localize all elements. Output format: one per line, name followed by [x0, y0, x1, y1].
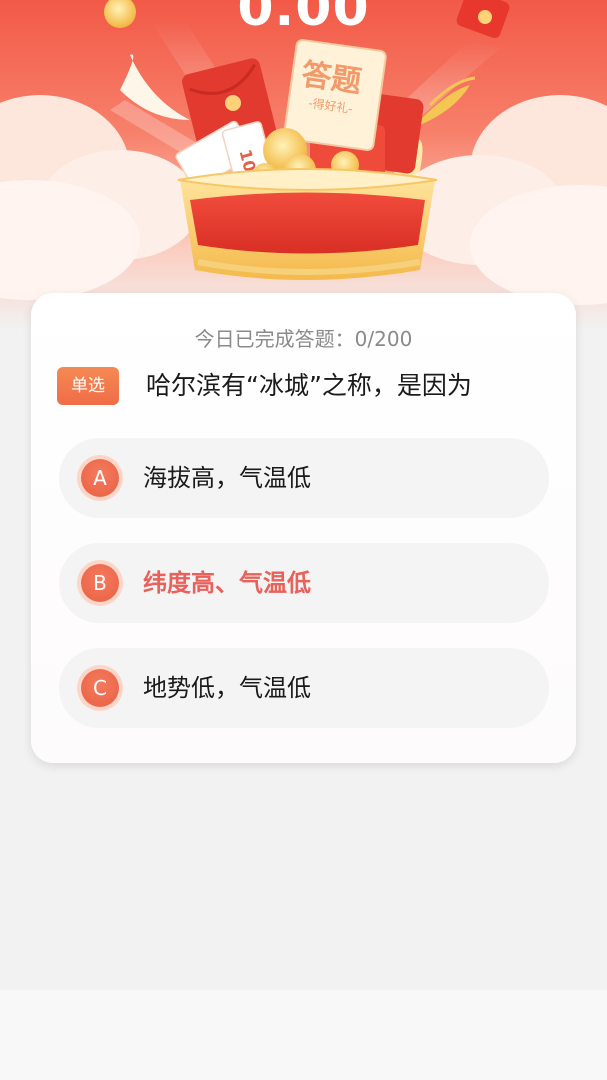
option-b-letter: B — [81, 564, 119, 602]
option-b-text: 纬度高、气温低 — [143, 569, 311, 597]
option-c[interactable]: C 地势低，气温低 — [59, 648, 549, 728]
bottom-area — [0, 990, 607, 1080]
reward-banner: 答题 -得好礼- 10 0.00 — [0, 0, 607, 330]
option-c-letter: C — [81, 669, 119, 707]
reward-amount: 0.00 — [237, 0, 370, 38]
gift-basket-illustration: 答题 -得好礼- 10 — [0, 0, 607, 305]
option-a-letter: A — [81, 459, 119, 497]
option-c-text: 地势低，气温低 — [143, 674, 311, 702]
option-a-text: 海拔高，气温低 — [143, 464, 311, 492]
daily-progress-text: 今日已完成答题：0/200 — [194, 327, 413, 351]
question-card: 今日已完成答题：0/200 单选 哈尔滨有“冰城”之称，是因为 A 海拔高，气温… — [31, 293, 576, 763]
option-b[interactable]: B 纬度高、气温低 — [59, 543, 549, 623]
question-type-badge: 单选 — [57, 367, 119, 405]
question-text: 哈尔滨有“冰城”之称，是因为 — [146, 371, 472, 400]
option-a[interactable]: A 海拔高，气温低 — [59, 438, 549, 518]
